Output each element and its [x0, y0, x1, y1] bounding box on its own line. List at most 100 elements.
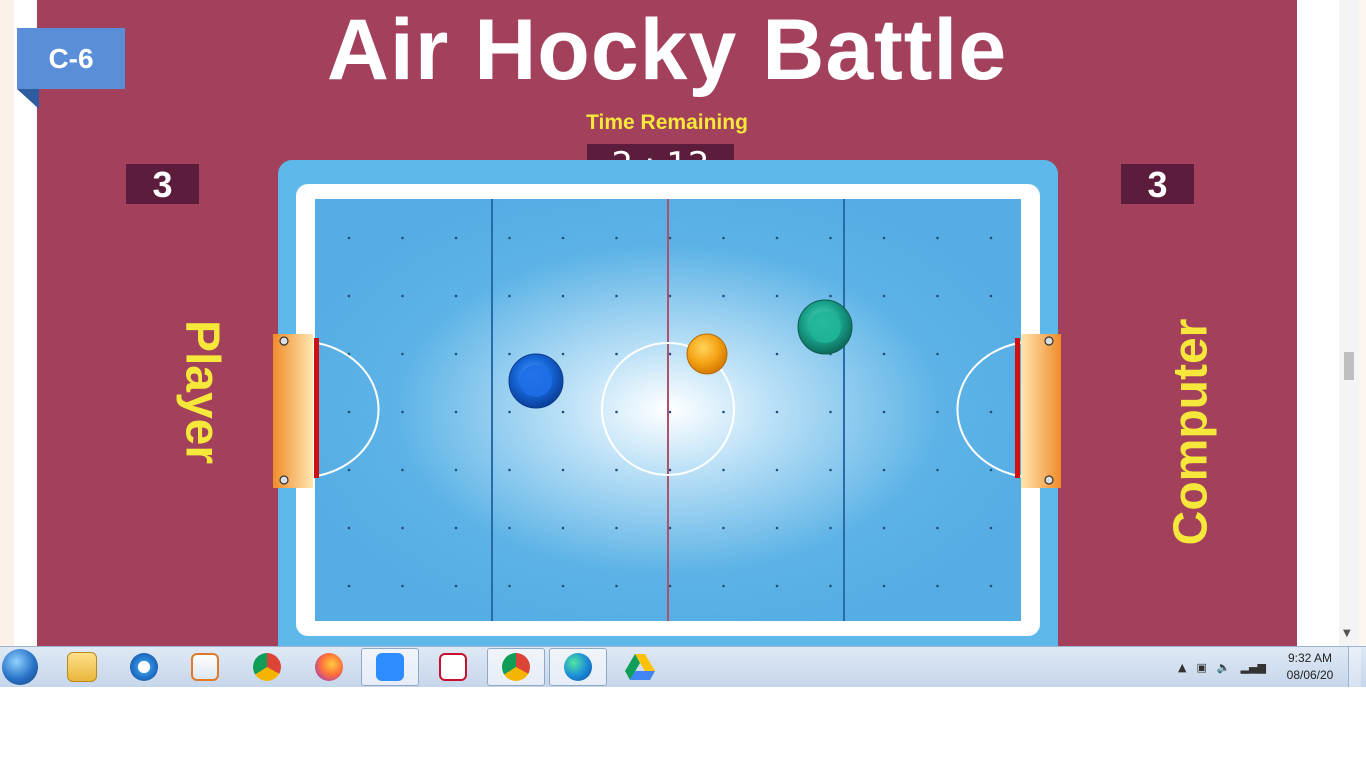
air-hole-dot — [454, 410, 458, 414]
air-hole-dot — [882, 236, 886, 240]
scroll-down-arrow-icon[interactable]: ▼ — [1343, 628, 1351, 639]
air-hole-dot — [401, 410, 404, 414]
air-hole-dot — [508, 468, 511, 472]
air-hole-dot — [561, 410, 565, 414]
network-icon[interactable]: ▣ — [1196, 661, 1206, 674]
air-hole-dot — [882, 294, 886, 298]
air-hole-dot — [722, 584, 725, 588]
volume-icon[interactable]: 🔈 — [1217, 661, 1231, 674]
game-canvas[interactable]: Air Hocky Battle Time Remaining 2 : 12 3… — [37, 0, 1297, 646]
vertical-scrollbar[interactable]: ▼ — [1339, 0, 1359, 646]
player-goal-bolt-top — [279, 336, 289, 346]
internet-explorer-icon[interactable] — [115, 648, 173, 686]
air-hole-dot — [775, 236, 779, 240]
air-hole-dot — [989, 236, 993, 240]
computer-goal-body — [1021, 334, 1061, 488]
edge-icon[interactable] — [549, 648, 607, 686]
air-hole-dot — [401, 526, 404, 530]
rink-surface[interactable] — [315, 199, 1021, 621]
badge-fold — [17, 89, 39, 109]
air-hole-dot — [508, 410, 511, 414]
air-hole-dot — [775, 468, 779, 472]
air-hole-dot — [508, 526, 511, 530]
air-hole-dot — [508, 352, 511, 356]
computer-goal-mouth — [1015, 338, 1020, 478]
file-explorer-icon[interactable] — [53, 648, 111, 686]
air-hole-dot — [508, 236, 511, 240]
air-hole-dot — [615, 468, 618, 472]
player-goal — [273, 334, 319, 488]
scrollbar-thumb[interactable] — [1344, 352, 1354, 380]
air-hole-dot — [882, 410, 886, 414]
time-remaining-label: Time Remaining — [586, 111, 748, 134]
air-hole-dot — [401, 236, 404, 240]
air-hole-dot — [775, 526, 779, 530]
air-hole-dot — [561, 352, 565, 356]
air-hole-dot — [936, 410, 939, 414]
player-mallet-knob — [520, 365, 552, 397]
air-hole-dot — [829, 468, 832, 472]
air-hole-dot — [989, 526, 993, 530]
air-hole-dot — [989, 294, 993, 298]
air-hole-dot — [454, 526, 458, 530]
air-hole-dot — [882, 468, 886, 472]
taskbar-clock[interactable]: 9:32 AM 08/06/20 — [1280, 650, 1340, 684]
air-hole-dot — [561, 468, 565, 472]
air-hole-dot — [561, 526, 565, 530]
air-hole-dot — [829, 294, 832, 298]
computer-goal — [1015, 334, 1061, 488]
google-drive-glyph — [625, 654, 655, 680]
chrome-profile-icon[interactable] — [487, 648, 545, 686]
player-goal-mouth — [314, 338, 319, 478]
rink-svg — [315, 199, 1021, 621]
air-hole-dot — [668, 526, 672, 530]
show-hidden-icons-arrow[interactable]: ▲ — [1178, 661, 1186, 674]
rink-frame — [278, 160, 1058, 646]
start-orb-icon[interactable] — [2, 649, 38, 685]
air-hole-dot — [454, 584, 458, 588]
air-hole-dot — [454, 236, 458, 240]
show-desktop-button[interactable] — [1348, 647, 1361, 687]
chrome-icon[interactable] — [238, 648, 296, 686]
air-hole-dot — [347, 294, 351, 298]
air-hole-dot — [347, 468, 351, 472]
zoom-icon[interactable] — [361, 648, 419, 686]
air-hole-dot — [829, 236, 832, 240]
system-tray: ▲ ▣ 🔈 ▂▄▆ — [1178, 647, 1276, 687]
air-hole-dot — [668, 236, 672, 240]
air-hole-dot — [722, 526, 725, 530]
acrobat-icon[interactable] — [424, 648, 482, 686]
firefox-icon[interactable] — [300, 648, 358, 686]
clock-date: 08/06/20 — [1286, 668, 1334, 682]
air-hole-dot — [347, 410, 351, 414]
air-hole-dot — [829, 410, 832, 414]
air-hole-dot — [882, 352, 886, 356]
air-hole-dot — [615, 294, 618, 298]
air-hole-dot — [989, 468, 993, 472]
air-hole-dot — [668, 468, 672, 472]
player-goal-body — [273, 334, 313, 488]
game-title: Air Hocky Battle — [326, 2, 1008, 98]
air-hole-dot — [508, 294, 511, 298]
air-hole-dot — [508, 584, 511, 588]
air-hole-dot — [829, 526, 832, 530]
media-player-icon[interactable] — [176, 648, 234, 686]
google-drive-icon[interactable] — [611, 648, 669, 686]
signal-icon[interactable]: ▂▄▆ — [1241, 661, 1266, 674]
air-hole-dot — [401, 468, 404, 472]
air-hole-dot — [561, 294, 565, 298]
air-hole-dot — [936, 352, 939, 356]
air-hole-dot — [936, 468, 939, 472]
air-hole-dot — [775, 410, 779, 414]
air-hole-dot — [722, 468, 725, 472]
air-hole-dot — [668, 352, 672, 356]
computer-mallet-knob — [809, 311, 841, 343]
puck — [686, 333, 728, 375]
windows-taskbar: ▲ ▣ 🔈 ▂▄▆ 9:32 AM 08/06/20 — [0, 646, 1366, 687]
computer-score: 3 — [1121, 164, 1194, 205]
air-hole-dot — [668, 584, 672, 588]
air-hole-dot — [615, 410, 618, 414]
air-hole-dot — [936, 294, 939, 298]
air-hole-dot — [722, 410, 725, 414]
clock-time: 9:32 AM — [1287, 651, 1333, 665]
